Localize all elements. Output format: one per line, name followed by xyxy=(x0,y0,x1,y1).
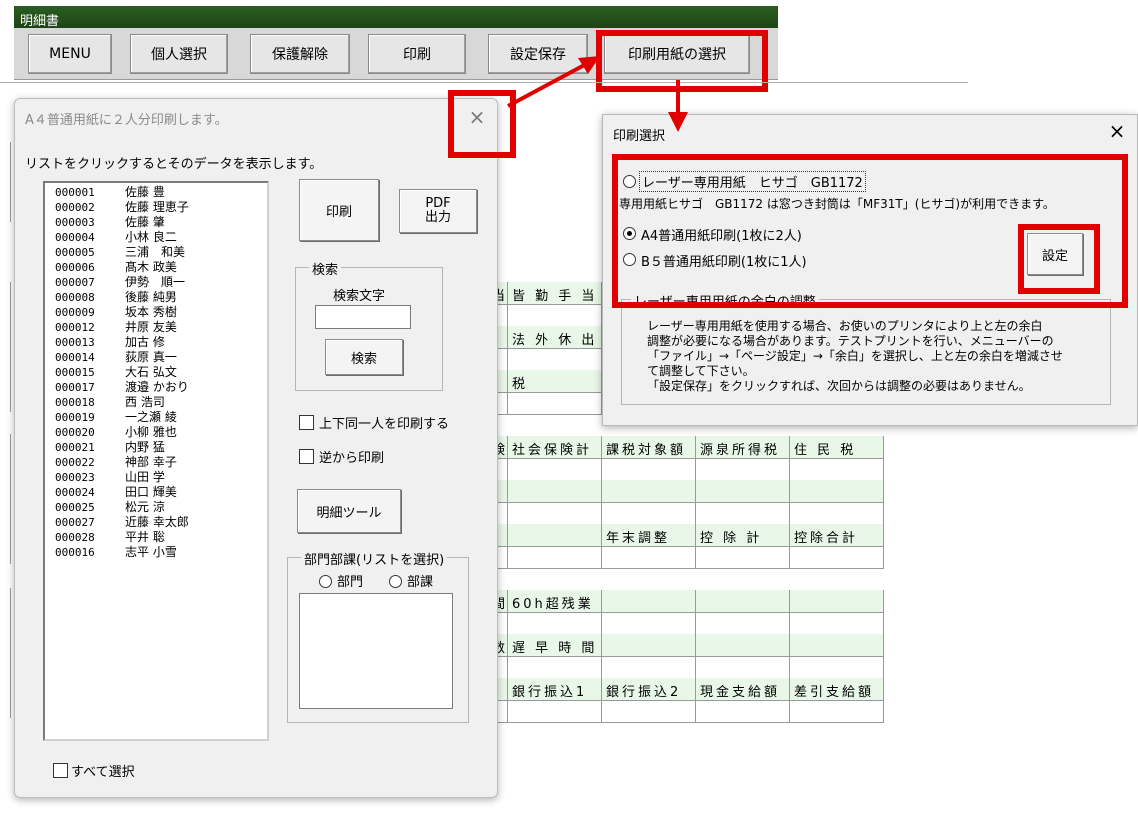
annotation-arrows xyxy=(507,56,688,132)
arrow-line xyxy=(507,60,591,108)
arrow-head xyxy=(668,112,688,132)
